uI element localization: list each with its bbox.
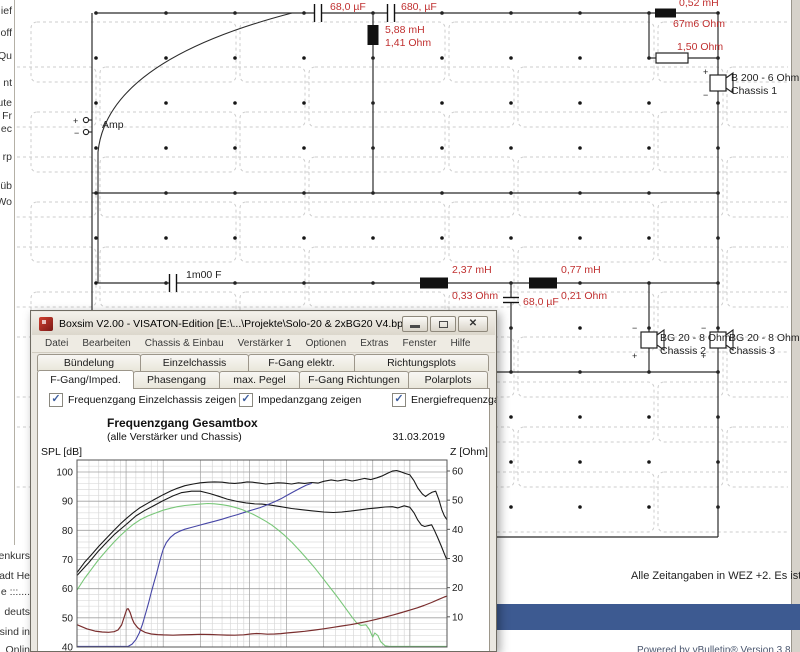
menu-extras[interactable]: Extras (353, 338, 395, 349)
menu-fenster[interactable]: Fenster (396, 338, 444, 349)
maximize-button[interactable] (430, 316, 456, 332)
svg-text:60: 60 (62, 584, 74, 595)
tab-row-2: F-Gang/Imped. Phasengang max. Pegel F-Gang … (37, 370, 490, 389)
menu-hilfe[interactable]: Hilfe (443, 338, 477, 349)
svg-text:+: + (701, 351, 706, 361)
svg-text:100: 100 (56, 467, 73, 478)
tab-row-1: Bündelung Einzelchassis F-Gang elektr. Rich… (37, 354, 490, 371)
tab-einzelchassis[interactable]: Einzelchassis (140, 354, 249, 371)
svg-text:50: 50 (452, 496, 464, 507)
close-icon: ✕ (468, 318, 478, 329)
tab-f-gang-elektr-[interactable]: F-Gang elektr. (248, 354, 355, 371)
app-icon (39, 316, 53, 331)
menu-verst-rker-1[interactable]: Verstärker 1 (231, 338, 299, 349)
svg-text:+: + (632, 351, 637, 361)
maximize-icon (439, 321, 448, 328)
svg-text:B 200 - 6 Ohm: B 200 - 6 Ohm (731, 72, 800, 84)
svg-text:2,37 mH: 2,37 mH (452, 264, 492, 276)
menu-bearbeiten[interactable]: Bearbeiten (75, 338, 137, 349)
svg-text:−: − (703, 90, 708, 100)
tab-phasengang[interactable]: Phasengang (133, 371, 220, 388)
screen: ief off Qu nt ute Fr ec rp üb Wo enkurs adt He e :::… (0, 0, 800, 652)
minimize-icon (410, 325, 420, 328)
svg-text:68,0 µF: 68,0 µF (523, 296, 559, 308)
tab-f-gang-richtungen[interactable]: F-Gang Richtungen (299, 371, 409, 388)
svg-text:Chassis 1: Chassis 1 (731, 85, 777, 97)
svg-text:20: 20 (452, 583, 464, 594)
svg-text:5,88 mH: 5,88 mH (385, 24, 425, 36)
tab-max-pegel[interactable]: max. Pegel (219, 371, 300, 388)
menu-optionen[interactable]: Optionen (299, 338, 354, 349)
menubar: Datei Bearbeiten Chassis & Einbau Verstärke… (32, 335, 495, 353)
window-title: Boxsim V2.00 - VISATON-Edition [E:\...\P… (59, 317, 409, 330)
svg-text:40: 40 (452, 525, 464, 536)
svg-text:−: − (632, 323, 637, 333)
menu-datei[interactable]: Datei (38, 338, 75, 349)
svg-text:−: − (701, 323, 706, 333)
svg-text:0,77 mH: 0,77 mH (561, 264, 601, 276)
svg-text:+: + (703, 67, 708, 77)
close-button[interactable]: ✕ (458, 316, 488, 332)
tab-page: ✓ Frequenzgang Einzelchassis zeigen ✓ Imped… (37, 388, 496, 651)
boxsim-window: Boxsim V2.00 - VISATON-Edition [E:\...\P… (30, 310, 497, 652)
svg-text:60: 60 (452, 466, 464, 477)
forum-navbar (485, 604, 800, 630)
svg-text:30: 30 (452, 554, 464, 565)
svg-text:50: 50 (62, 613, 74, 624)
powered-by-note: Powered by vBulletin® Version 3.8 (637, 645, 791, 652)
tab-richtungsplots[interactable]: Richtungsplots (354, 354, 489, 371)
timezone-note: Alle Zeitangaben in WEZ +2. Es ist je (631, 570, 800, 582)
svg-text:1,50 Ohm: 1,50 Ohm (677, 41, 723, 53)
svg-text:Chassis 2: Chassis 2 (660, 345, 706, 357)
svg-text:10: 10 (452, 612, 464, 623)
svg-text:0,21 Ohm: 0,21 Ohm (561, 290, 607, 302)
svg-text:67m6 Ohm: 67m6 Ohm (673, 18, 725, 30)
menu-chassis-einbau[interactable]: Chassis & Einbau (138, 338, 231, 349)
svg-text:1m00 F: 1m00 F (186, 269, 222, 281)
tab-b-ndelung[interactable]: Bündelung (37, 354, 141, 371)
svg-text:80: 80 (62, 526, 74, 537)
minimize-button[interactable] (402, 316, 428, 332)
svg-text:BG 20 - 8 Ohm: BG 20 - 8 Ohm (729, 332, 800, 344)
svg-text:1,41 Ohm: 1,41 Ohm (385, 37, 431, 49)
svg-text:−: − (74, 128, 79, 138)
tab-polarplots[interactable]: Polarplots (408, 371, 488, 388)
svg-text:0,52 mH: 0,52 mH (679, 0, 719, 9)
frequency-response-chart: 4050607080901001020304050602050100200500… (56, 459, 464, 651)
svg-text:680, µF: 680, µF (401, 1, 437, 13)
svg-text:0,33 Ohm: 0,33 Ohm (452, 290, 498, 302)
svg-text:Amp: Amp (102, 119, 124, 131)
window-titlebar[interactable]: Boxsim V2.00 - VISATON-Edition [E:\...\P… (32, 312, 495, 335)
tab-f-gang-imped-[interactable]: F-Gang/Imped. (37, 370, 134, 389)
svg-text:68,0 µF: 68,0 µF (330, 1, 366, 13)
svg-text:70: 70 (62, 555, 74, 566)
svg-text:Chassis 3: Chassis 3 (729, 345, 775, 357)
svg-text:90: 90 (62, 497, 74, 508)
svg-text:+: + (73, 116, 78, 126)
svg-text:BG 20 - 8 Ohm: BG 20 - 8 Ohm (660, 332, 731, 344)
